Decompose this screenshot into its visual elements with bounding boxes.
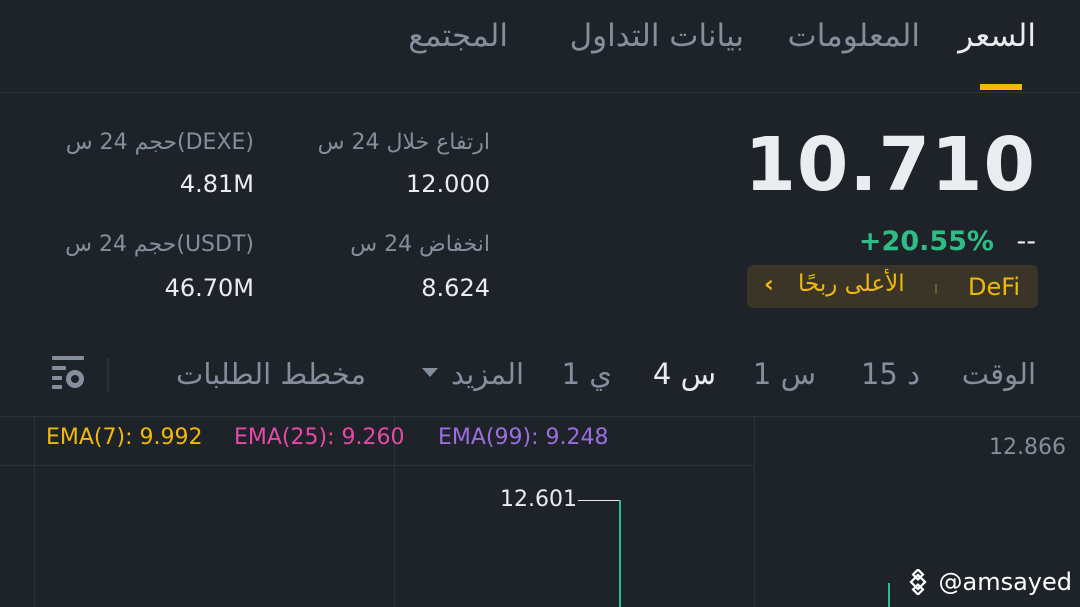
toolbar-divider	[107, 358, 109, 392]
tag-separator	[935, 284, 937, 294]
tag-category-label: DeFi	[968, 273, 1020, 301]
grid-line-vertical	[754, 417, 755, 607]
grid-line-vertical	[34, 417, 35, 607]
low-24h-value: 8.624	[421, 274, 490, 302]
tag-gainers-label: الأعلى ربحًا	[798, 271, 905, 297]
grid-line-horizontal	[0, 465, 754, 466]
timeframe-4h[interactable]: 4 س	[653, 357, 716, 391]
last-price: 10.710	[744, 122, 1036, 208]
header-divider	[0, 92, 1080, 93]
ema25-label: EMA(25): 9.260	[234, 425, 405, 450]
volume-quote-value: 46.70M	[164, 274, 254, 302]
chart-settings-icon[interactable]	[50, 354, 86, 392]
tab-info[interactable]: المعلومات	[788, 18, 920, 54]
fiat-price: --	[1016, 226, 1037, 257]
active-tab-indicator	[980, 84, 1022, 90]
ema7-label: EMA(7): 9.992	[46, 425, 203, 450]
high-24h-value: 12.000	[406, 170, 490, 198]
chevron-left-icon: ‹	[764, 270, 774, 298]
timeframe-1h[interactable]: 1 س	[753, 357, 816, 391]
binance-logo-icon	[909, 567, 927, 597]
depth-chart-tab[interactable]: مخطط الطلبات	[176, 357, 366, 391]
price-axis-max: 12.866	[989, 435, 1066, 460]
candle-wick	[619, 500, 621, 607]
volume-quote-label: حجم 24 س(USDT)	[65, 232, 254, 257]
more-timeframes-button[interactable]: المزيد	[451, 357, 524, 391]
tab-trading-data[interactable]: بيانات التداول	[570, 18, 744, 54]
timeframe-1d[interactable]: 1 ي	[562, 357, 612, 391]
candle-wick	[888, 583, 890, 607]
chart-top-border	[0, 416, 1080, 417]
caret-down-icon	[422, 368, 438, 377]
low-24h-label: انخفاض 24 س	[350, 232, 490, 257]
high-24h-label: ارتفاع خلال 24 س	[317, 130, 490, 155]
price-change-percent: +20.55%	[858, 226, 994, 257]
time-label[interactable]: الوقت	[962, 357, 1036, 391]
watermark-handle: @amsayed	[938, 568, 1073, 596]
tab-community[interactable]: المجتمع	[408, 18, 508, 54]
volume-base-value: 4.81M	[179, 170, 254, 198]
ema99-label: EMA(99): 9.248	[438, 425, 609, 450]
tab-price[interactable]: السعر	[958, 18, 1036, 54]
peak-price-marker	[578, 500, 620, 501]
timeframe-15m[interactable]: 15 د	[861, 357, 920, 391]
peak-price-label: 12.601	[500, 487, 577, 512]
volume-base-label: حجم 24 س(DEXE)	[65, 130, 254, 155]
watermark: @amsayed	[905, 567, 1073, 597]
